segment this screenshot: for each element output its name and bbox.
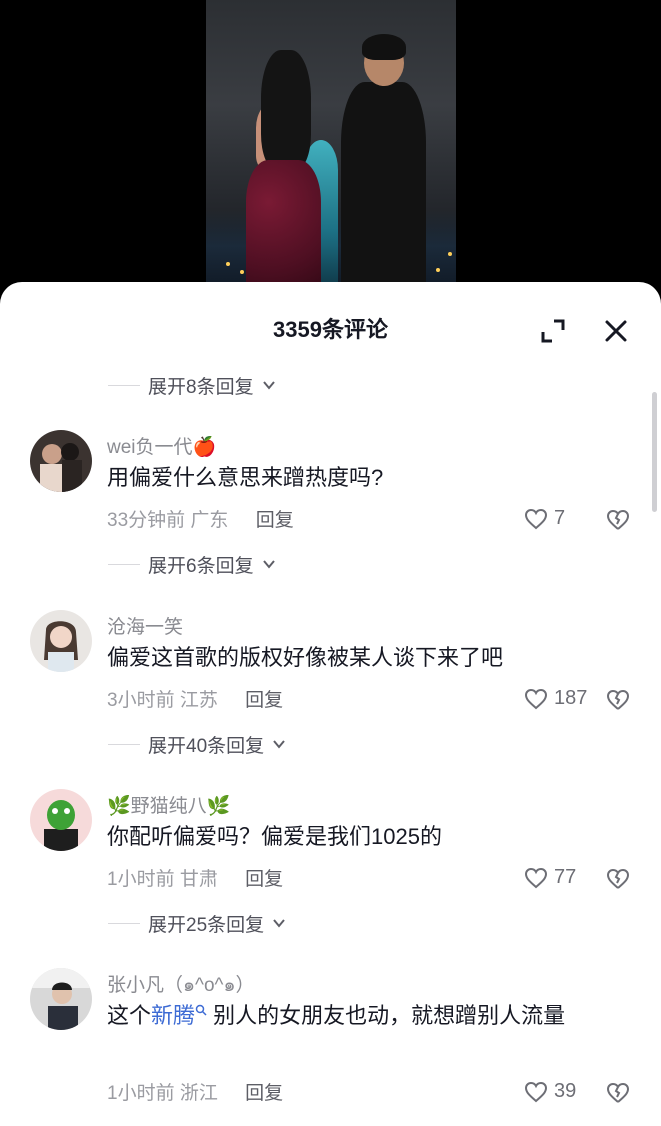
city-light (226, 262, 230, 266)
city-light (240, 270, 244, 274)
like-count: 77 (554, 866, 577, 888)
close-icon[interactable] (603, 318, 629, 344)
like-count: 187 (554, 687, 588, 709)
expand-replies-label: 展开8条回复 (148, 376, 254, 398)
woman-hair (261, 50, 311, 170)
reply-button[interactable]: 回复 (256, 510, 294, 531)
expand-replies-button[interactable]: 展开8条回复 (108, 371, 276, 399)
heart-outline-icon (524, 688, 548, 709)
comment-item[interactable]: 沧海一笑 偏爱这首歌的版权好像被某人谈下来了吧 3小时前 江苏 回复 187 (0, 610, 661, 770)
comment-username[interactable]: wei负一代🍎 (107, 432, 216, 459)
comment-time: 1小时前 (107, 1083, 175, 1104)
reply-button[interactable]: 回复 (245, 1083, 283, 1104)
expand-replies-label: 展开25条回复 (148, 914, 265, 936)
comment-text: 偏爱这首歌的版权好像被某人谈下来了吧 (107, 645, 504, 670)
comment-time: 33分钟前 (107, 510, 186, 531)
search-icon[interactable] (195, 1004, 207, 1016)
avatar[interactable] (30, 430, 92, 492)
comment-location: 广东 (190, 510, 229, 531)
woman-dress (246, 160, 321, 300)
chevron-down-icon (273, 919, 285, 928)
like-button[interactable]: 7 (524, 507, 565, 530)
expand-icon[interactable] (540, 318, 566, 344)
like-count: 7 (554, 507, 566, 529)
comment-location: 江苏 (179, 690, 218, 711)
comment-item[interactable]: wei负一代🍎 用偏爱什么意思来蹭热度吗? 33分钟前 广东 回复 7 (0, 430, 661, 590)
comment-text: 用偏爱什么意思来蹭热度吗? (107, 465, 384, 490)
avatar[interactable] (30, 789, 92, 851)
broken-heart-icon[interactable] (605, 508, 631, 532)
comment-username[interactable]: 沧海一笑 (107, 612, 183, 639)
expand-replies-label: 展开6条回复 (148, 555, 254, 577)
expand-replies-button[interactable]: 展开40条回复 (108, 730, 286, 758)
comment-meta: 33分钟前 广东 回复 (107, 505, 294, 532)
chevron-down-icon (273, 740, 285, 749)
like-button[interactable]: 187 (524, 687, 587, 710)
broken-heart-icon[interactable] (605, 867, 631, 891)
like-count: 39 (554, 1080, 577, 1102)
comment-text-part: 别人的女朋友也动，就想蹭别人流量 (207, 1003, 566, 1028)
city-light (448, 252, 452, 256)
divider-line (108, 743, 140, 745)
heart-outline-icon (524, 508, 548, 529)
comment-username[interactable]: 张小凡（๑^ο^๑） (107, 970, 255, 1000)
like-button[interactable]: 39 (524, 1080, 576, 1103)
comment-location: 浙江 (179, 1083, 218, 1104)
divider-line (108, 922, 140, 924)
city-light (436, 268, 440, 272)
avatar[interactable] (30, 968, 92, 1030)
heart-outline-icon (524, 867, 548, 888)
chevron-down-icon (262, 381, 275, 390)
comment-username[interactable]: 🌿野猫纯八🌿 (107, 791, 230, 818)
comment-text: 你配听偏爱吗？偏爱是我们1025的 (107, 824, 442, 849)
expand-replies-button[interactable]: 展开6条回复 (108, 550, 276, 578)
reply-button[interactable]: 回复 (245, 869, 283, 890)
reply-button[interactable]: 回复 (245, 690, 283, 711)
video-frame[interactable] (206, 0, 456, 300)
comment-meta: 1小时前 浙江 回复 (107, 1078, 283, 1105)
comments-header: 3359条评论 (0, 282, 661, 374)
comment-item[interactable]: 🌿野猫纯八🌿 你配听偏爱吗？偏爱是我们1025的 1小时前 甘肃 回复 77 (0, 789, 661, 949)
broken-heart-icon[interactable] (605, 1081, 631, 1105)
comment-location: 甘肃 (179, 869, 218, 890)
divider-line (108, 563, 140, 565)
expand-replies-label: 展开40条回复 (148, 735, 265, 757)
chevron-down-icon (262, 560, 275, 569)
comment-meta: 1小时前 甘肃 回复 (107, 864, 283, 891)
man-figure (341, 82, 426, 300)
video-player[interactable] (0, 0, 661, 300)
comment-meta: 3小时前 江苏 回复 (107, 685, 283, 712)
divider-line (108, 384, 140, 386)
comment-text-part: 这个 (107, 1003, 152, 1028)
search-link[interactable]: 新腾 (151, 1003, 195, 1028)
avatar[interactable] (30, 610, 92, 672)
comments-sheet: 3359条评论 展开8条回复 wei负一代🍎 用偏爱什么意思来蹭热度吗? 33分… (0, 282, 661, 1126)
broken-heart-icon[interactable] (605, 688, 631, 712)
heart-outline-icon (524, 1081, 548, 1102)
expand-replies-button[interactable]: 展开25条回复 (108, 909, 286, 937)
comment-item[interactable]: 张小凡（๑^ο^๑） 这个新腾 别人的女朋友也动，就想蹭别人流量 1小时前 浙江… (0, 968, 661, 1126)
comment-time: 3小时前 (107, 690, 175, 711)
comment-time: 1小时前 (107, 869, 175, 890)
like-button[interactable]: 77 (524, 866, 576, 889)
man-hair (362, 34, 406, 60)
comment-text: 这个新腾 别人的女朋友也动，就想蹭别人流量 (107, 998, 627, 1034)
